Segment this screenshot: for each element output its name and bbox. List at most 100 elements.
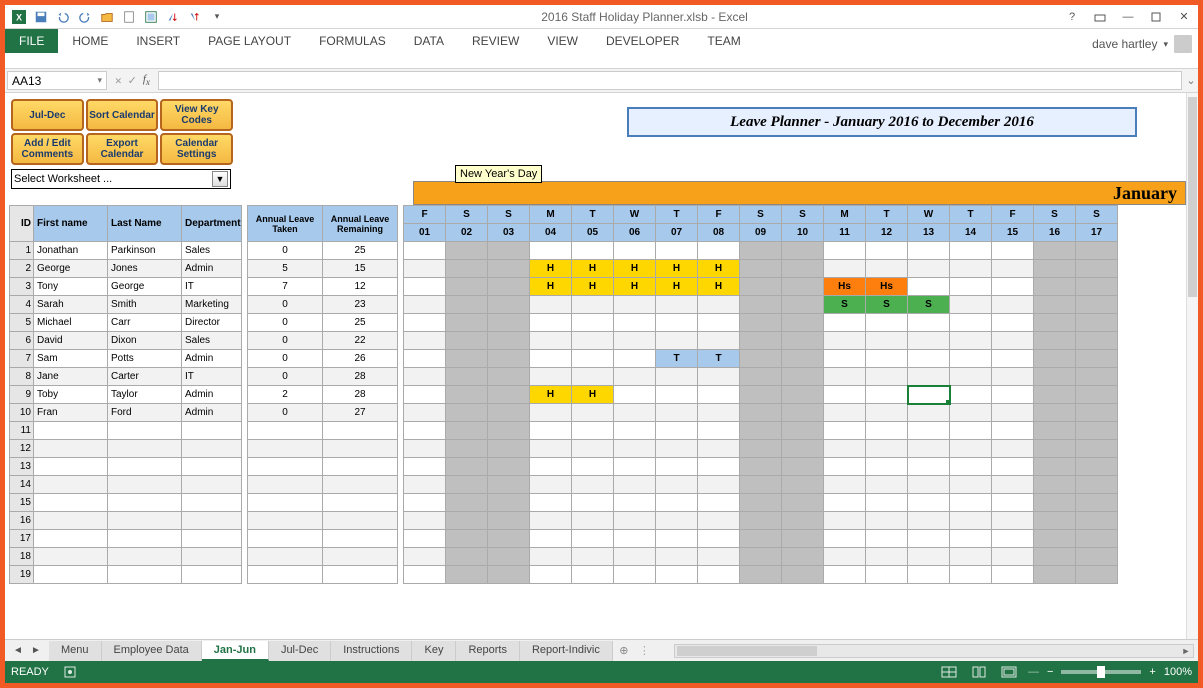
date-header[interactable]: 07 xyxy=(656,224,698,242)
day-cell[interactable]: H xyxy=(530,260,572,278)
day-cell[interactable] xyxy=(992,494,1034,512)
sort-asc-icon[interactable] xyxy=(163,7,183,27)
day-cell[interactable] xyxy=(824,350,866,368)
minimize-icon[interactable]: — xyxy=(1114,6,1142,28)
first-name[interactable] xyxy=(34,494,108,512)
day-cell[interactable] xyxy=(530,512,572,530)
day-cell[interactable] xyxy=(824,404,866,422)
avatar[interactable] xyxy=(1174,35,1192,53)
day-cell[interactable] xyxy=(992,512,1034,530)
day-cell[interactable] xyxy=(908,332,950,350)
day-header[interactable]: T xyxy=(950,206,992,224)
day-cell[interactable] xyxy=(908,548,950,566)
close-icon[interactable]: ✕ xyxy=(1170,6,1198,28)
day-cell[interactable] xyxy=(446,260,488,278)
day-cell[interactable] xyxy=(614,332,656,350)
day-cell[interactable] xyxy=(950,440,992,458)
day-cell[interactable] xyxy=(992,386,1034,404)
day-cell[interactable] xyxy=(488,494,530,512)
day-cell[interactable] xyxy=(1034,458,1076,476)
day-cell[interactable] xyxy=(530,332,572,350)
user-name[interactable]: dave hartley xyxy=(1092,37,1157,51)
department[interactable] xyxy=(182,530,242,548)
day-cell[interactable] xyxy=(488,458,530,476)
day-cell[interactable] xyxy=(740,242,782,260)
date-header[interactable]: 14 xyxy=(950,224,992,242)
day-cell[interactable] xyxy=(992,368,1034,386)
day-cell[interactable] xyxy=(824,548,866,566)
day-cell[interactable]: T xyxy=(698,350,740,368)
day-cell[interactable] xyxy=(824,566,866,584)
day-cell[interactable] xyxy=(908,440,950,458)
day-cell[interactable] xyxy=(572,368,614,386)
day-cell[interactable] xyxy=(614,548,656,566)
day-cell[interactable] xyxy=(950,494,992,512)
leave-remaining[interactable] xyxy=(323,476,398,494)
day-cell[interactable] xyxy=(614,476,656,494)
day-cell[interactable] xyxy=(1076,260,1118,278)
day-cell[interactable] xyxy=(866,548,908,566)
day-cell[interactable] xyxy=(614,440,656,458)
sheet-tab-reports[interactable]: Reports xyxy=(456,641,520,661)
name-box[interactable]: AA13 ▾ xyxy=(7,71,107,90)
day-cell[interactable] xyxy=(782,512,824,530)
day-cell[interactable] xyxy=(824,422,866,440)
day-cell[interactable] xyxy=(992,296,1034,314)
day-cell[interactable] xyxy=(404,386,446,404)
day-cell[interactable] xyxy=(446,548,488,566)
day-cell[interactable] xyxy=(1076,458,1118,476)
day-cell[interactable] xyxy=(614,386,656,404)
day-cell[interactable] xyxy=(572,296,614,314)
day-cell[interactable] xyxy=(782,314,824,332)
day-cell[interactable] xyxy=(1076,530,1118,548)
day-cell[interactable] xyxy=(908,368,950,386)
day-cell[interactable] xyxy=(740,404,782,422)
day-cell[interactable] xyxy=(488,242,530,260)
day-cell[interactable] xyxy=(866,458,908,476)
day-cell[interactable] xyxy=(1034,440,1076,458)
day-cell[interactable]: S xyxy=(824,296,866,314)
day-cell[interactable] xyxy=(992,422,1034,440)
day-cell[interactable] xyxy=(908,404,950,422)
day-cell[interactable] xyxy=(656,494,698,512)
day-cell[interactable] xyxy=(530,476,572,494)
date-header[interactable]: 09 xyxy=(740,224,782,242)
day-cell[interactable] xyxy=(992,440,1034,458)
day-cell[interactable] xyxy=(572,242,614,260)
last-name[interactable] xyxy=(108,494,182,512)
leave-taken[interactable] xyxy=(248,422,323,440)
day-cell[interactable] xyxy=(404,404,446,422)
day-cell[interactable] xyxy=(950,278,992,296)
day-cell[interactable] xyxy=(572,548,614,566)
day-cell[interactable] xyxy=(740,548,782,566)
day-cell[interactable] xyxy=(1076,332,1118,350)
day-cell[interactable] xyxy=(656,404,698,422)
sheet-tab-key[interactable]: Key xyxy=(412,641,456,661)
zoom-out-button[interactable]: − xyxy=(1047,666,1053,678)
day-cell[interactable] xyxy=(824,242,866,260)
day-cell[interactable] xyxy=(1076,368,1118,386)
day-cell[interactable] xyxy=(446,368,488,386)
day-cell[interactable] xyxy=(866,314,908,332)
ribbon-display-icon[interactable] xyxy=(1086,6,1114,28)
day-cell[interactable] xyxy=(404,476,446,494)
first-name[interactable] xyxy=(34,422,108,440)
day-cell[interactable] xyxy=(824,494,866,512)
day-cell[interactable] xyxy=(572,512,614,530)
department[interactable] xyxy=(182,458,242,476)
day-cell[interactable] xyxy=(740,386,782,404)
day-cell[interactable] xyxy=(908,242,950,260)
day-cell[interactable] xyxy=(698,242,740,260)
day-header[interactable]: M xyxy=(530,206,572,224)
day-cell[interactable] xyxy=(698,296,740,314)
day-cell[interactable] xyxy=(1076,278,1118,296)
day-cell[interactable] xyxy=(866,494,908,512)
day-cell[interactable] xyxy=(698,548,740,566)
day-cell[interactable] xyxy=(404,566,446,584)
save-icon[interactable] xyxy=(31,7,51,27)
day-header[interactable]: F xyxy=(992,206,1034,224)
date-header[interactable]: 01 xyxy=(404,224,446,242)
help-icon[interactable]: ? xyxy=(1058,6,1086,28)
day-cell[interactable] xyxy=(992,458,1034,476)
day-cell[interactable] xyxy=(446,512,488,530)
